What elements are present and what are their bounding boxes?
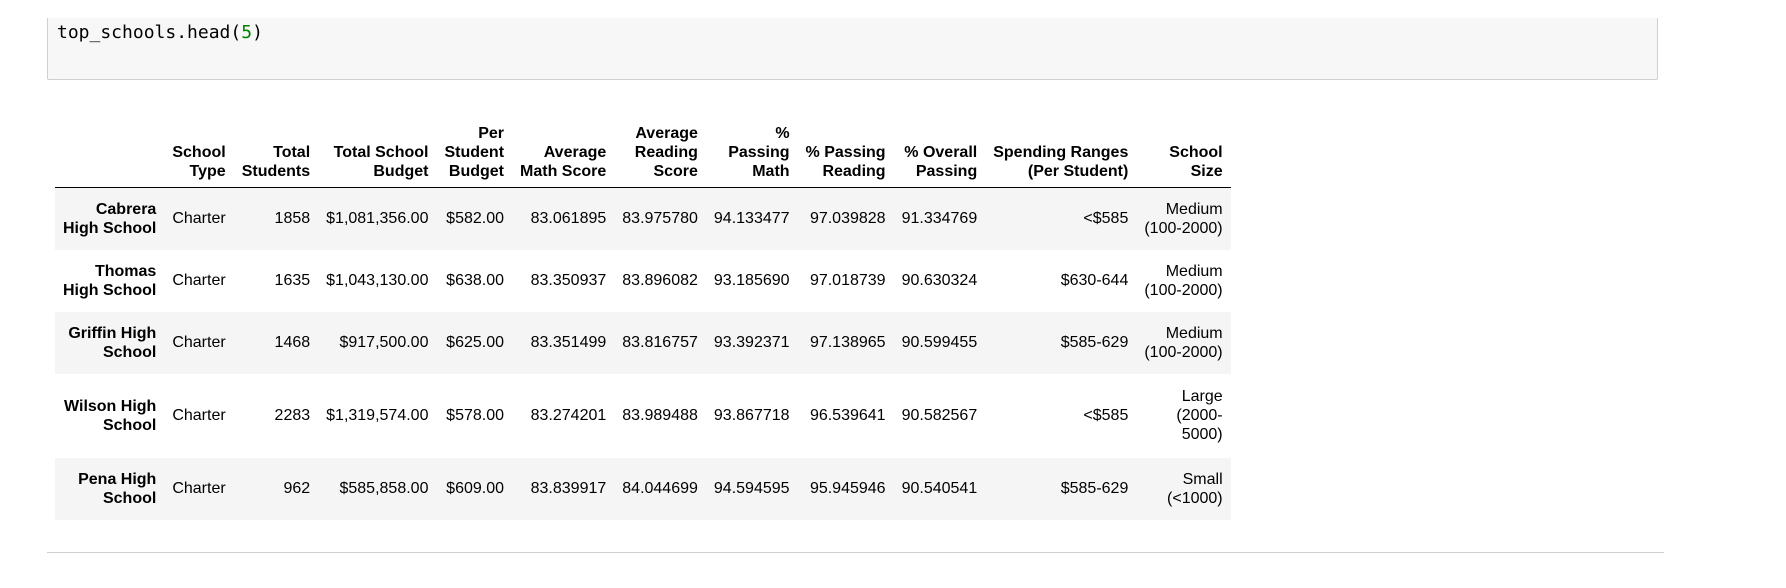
table-cell: Charter: [172, 334, 226, 351]
table-cell: 90.599455: [901, 334, 978, 351]
table-cell: $1,319,574.00: [326, 407, 429, 424]
code-line: top_schools.head(5): [57, 22, 263, 43]
code-text-suffix: ): [252, 22, 263, 43]
table-cell: 94.133477: [713, 210, 790, 228]
table-cell: $585,858.00: [339, 480, 429, 497]
column-header: Spending Ranges (Per Student): [985, 124, 1137, 188]
table-cell: Medium (100-2000): [1144, 200, 1223, 237]
column-header: % Passing Reading: [797, 124, 894, 188]
table-row: Pena High School Charter 962 $585,858.00 $609…: [55, 457, 1231, 520]
table-cell: $585-629: [1060, 480, 1129, 497]
column-header: School Size: [1136, 124, 1231, 188]
table-cell: $917,500.00: [339, 334, 429, 351]
code-text: top_schools.head(: [57, 22, 242, 43]
column-header: Total School Budget: [318, 124, 437, 188]
table-cell: 1468: [274, 334, 311, 351]
column-header: Average Math Score: [512, 124, 615, 188]
table-cell: 962: [283, 480, 311, 497]
table-cell: 90.540541: [901, 480, 978, 497]
table-row: Cabrera High School Charter 1858 $1,081,356.…: [55, 187, 1231, 250]
table-cell: 96.539641: [809, 407, 886, 424]
table-cell: 83.274201: [530, 407, 607, 424]
table-cell: Medium (100-2000): [1144, 262, 1223, 299]
table-cell: 94.594595: [713, 480, 790, 497]
table-cell: 93.392371: [713, 334, 790, 351]
column-header: % Overall Passing: [893, 124, 986, 188]
table-cell: 97.018739: [809, 272, 886, 289]
table-cell: 83.896082: [622, 272, 698, 289]
table-body: Cabrera High School Charter 1858 $1,081,356.…: [55, 187, 1231, 520]
table-cell: <$585: [1083, 407, 1129, 424]
table-cell: 83.061895: [530, 210, 607, 228]
table-cell: $1,081,356.00: [326, 210, 429, 228]
table-cell: 83.839917: [530, 480, 607, 497]
dataframe-table: School Type Total Students Total School Budge…: [55, 124, 1231, 520]
table-cell: Large (2000- 5000): [1176, 388, 1223, 443]
row-index-label: Wilson High School: [64, 397, 157, 434]
header-row: School Type Total Students Total School Budge…: [55, 124, 1231, 188]
table-cell: $609.00: [446, 480, 505, 497]
table-cell: $582.00: [446, 210, 505, 228]
column-header: School Type: [164, 124, 234, 188]
table-cell: 83.975780: [622, 210, 698, 228]
table-cell: 90.630324: [901, 272, 978, 289]
cell-divider: [47, 552, 1664, 553]
column-header: % Passing Math: [705, 124, 798, 188]
table-cell: 1858: [274, 210, 311, 228]
table-cell: 84.044699: [622, 480, 698, 497]
table-header: School Type Total Students Total School Budge…: [55, 124, 1231, 188]
table-cell: $625.00: [446, 334, 505, 351]
table-cell: 95.945946: [809, 480, 886, 497]
table-cell: Charter: [172, 272, 226, 289]
table-cell: 83.816757: [622, 334, 698, 351]
output-area: School Type Total Students Total School Budge…: [55, 124, 1231, 520]
code-number-literal: 5: [241, 22, 253, 43]
table-cell: 91.334769: [901, 210, 978, 228]
table-cell: 90.582567: [901, 407, 978, 424]
table-cell: 83.989488: [622, 407, 698, 424]
table-cell: 1635: [274, 272, 311, 289]
table-cell: 2283: [274, 407, 311, 424]
table-cell: $585-629: [1060, 334, 1129, 351]
table-cell: Charter: [172, 407, 226, 424]
table-cell: Charter: [172, 480, 226, 497]
table-cell: Small (<1000): [1167, 470, 1223, 507]
table-cell: Medium (100-2000): [1144, 324, 1223, 361]
table-cell: 93.185690: [713, 272, 790, 289]
column-header: Average Reading Score: [614, 124, 706, 188]
table-cell: Charter: [172, 210, 226, 228]
table-cell: <$585: [1083, 210, 1129, 228]
table-cell: 97.138965: [809, 334, 886, 351]
table-row: Thomas High School Charter 1635 $1,043,130.0…: [55, 249, 1231, 312]
table-cell: $630-644: [1060, 272, 1129, 289]
table-row: Griffin High School Charter 1468 $917,500.00…: [55, 311, 1231, 374]
row-index-label: Thomas High School: [63, 262, 157, 299]
code-cell-input[interactable]: top_schools.head(5): [47, 18, 1658, 80]
column-header: Per Student Budget: [436, 124, 513, 188]
row-index-label: Cabrera High School: [63, 200, 157, 237]
table-cell: 83.350937: [530, 272, 607, 289]
index-header: [55, 124, 165, 188]
table-cell: 97.039828: [809, 210, 886, 228]
table-cell: $638.00: [446, 272, 505, 289]
row-index-label: Pena High School: [78, 470, 157, 507]
table-cell: $1,043,130.00: [326, 272, 429, 289]
table-cell: 83.351499: [530, 334, 607, 351]
row-index-label: Griffin High School: [68, 324, 157, 361]
table-cell: $578.00: [446, 407, 505, 424]
column-header: Total Students: [233, 124, 319, 188]
table-cell: 93.867718: [713, 407, 790, 424]
table-row: Wilson High School Charter 2283 $1,319,574.0…: [55, 373, 1231, 458]
